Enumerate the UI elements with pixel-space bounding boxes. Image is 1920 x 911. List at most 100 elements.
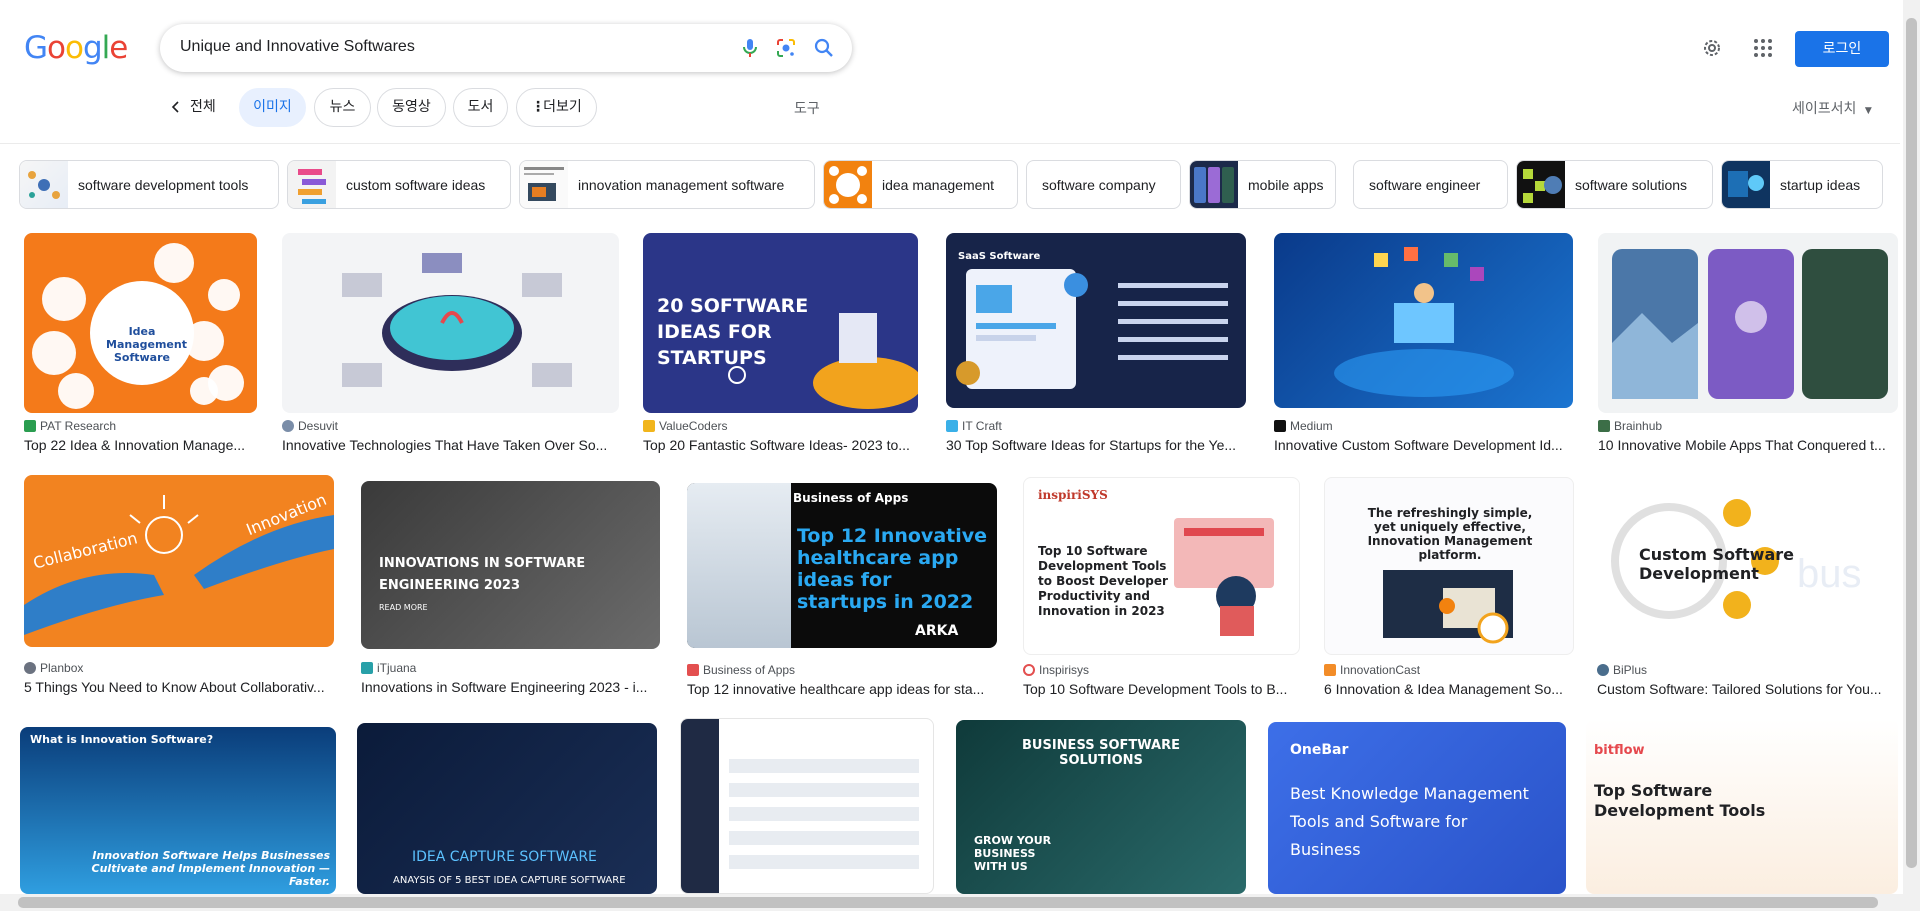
result-card[interactable]: 20 SOFTWARE IDEAS FOR STARTUPS ValueCode…: [643, 233, 918, 458]
result-title[interactable]: Innovative Custom Software Development I…: [1274, 437, 1573, 453]
result-image[interactable]: Collaboration Innovation: [24, 475, 334, 647]
dropdown-arrow-icon: ▼: [1864, 106, 1872, 116]
chip-mobile-apps[interactable]: mobile apps: [1189, 160, 1336, 209]
result-card[interactable]: IDEA CAPTURE SOFTWARE ANAYSIS OF 5 BEST …: [357, 723, 657, 894]
result-title[interactable]: 10 Innovative Mobile Apps That Conquered…: [1598, 437, 1893, 453]
result-card[interactable]: Collaboration Innovation Planbox 5 Thing…: [24, 475, 334, 700]
result-image[interactable]: 20 SOFTWARE IDEAS FOR STARTUPS: [643, 233, 918, 413]
safesearch-label: 세이프서치: [1792, 101, 1857, 117]
result-card[interactable]: INNOVATIONS IN SOFTWARE ENGINEERING 2023…: [361, 481, 660, 700]
chip-software-development-tools[interactable]: software development tools: [19, 160, 279, 209]
tools-button[interactable]: 도구: [794, 98, 820, 118]
result-card[interactable]: What is Innovation Software? Innovation …: [20, 727, 336, 894]
result-title[interactable]: Innovative Technologies That Have Taken …: [282, 437, 619, 453]
result-title[interactable]: 30 Top Software Ideas for Startups for t…: [946, 437, 1246, 453]
favicon-icon: [1324, 664, 1336, 676]
result-image-text: Idea Management Software: [106, 325, 187, 364]
result-title[interactable]: Top 10 Software Development Tools to B..…: [1023, 681, 1300, 697]
result-card[interactable]: Brainhub 10 Innovative Mobile Apps That …: [1598, 233, 1898, 458]
result-card[interactable]: Idea Management Software PAT Research To…: [24, 233, 257, 458]
result-image[interactable]: INNOVATIONS IN SOFTWARE ENGINEERING 2023…: [361, 481, 660, 649]
search-icon[interactable]: [812, 36, 836, 60]
login-button[interactable]: 로그인: [1795, 31, 1889, 67]
result-card[interactable]: bus Custom Software Development BiPlus C…: [1597, 477, 1897, 700]
result-title[interactable]: Innovations in Software Engineering 2023…: [361, 679, 660, 695]
chip-custom-software-ideas[interactable]: custom software ideas: [287, 160, 511, 209]
result-image[interactable]: What is Innovation Software? Innovation …: [20, 727, 336, 894]
result-image[interactable]: [680, 718, 934, 894]
chip-idea-management[interactable]: idea management: [823, 160, 1018, 209]
result-card[interactable]: Business of Apps Top 12 Innovative healt…: [687, 483, 997, 700]
tab-images[interactable]: 이미지: [239, 88, 306, 127]
result-image[interactable]: [1598, 233, 1898, 413]
result-image[interactable]: bus Custom Software Development: [1597, 477, 1897, 655]
chip-thumbnail: [1722, 161, 1770, 208]
read-more-label: READ MORE: [379, 603, 428, 612]
chip-software-engineer[interactable]: software engineer: [1353, 160, 1508, 209]
result-image[interactable]: Business of Apps Top 12 Innovative healt…: [687, 483, 997, 648]
result-card[interactable]: bitflow Top Software Development Tools: [1586, 719, 1898, 894]
result-title[interactable]: Top 20 Fantastic Software Ideas- 2023 to…: [643, 437, 918, 453]
tab-news[interactable]: 뉴스: [314, 88, 371, 127]
result-title[interactable]: Custom Software: Tailored Solutions for …: [1597, 681, 1897, 697]
result-card[interactable]: The refreshingly simple, yet uniquely ef…: [1324, 477, 1574, 700]
result-image[interactable]: The refreshingly simple, yet uniquely ef…: [1324, 477, 1574, 655]
logo-letter: e: [109, 30, 128, 66]
tab-more[interactable]: ⋮ 더보기: [516, 88, 597, 127]
result-card[interactable]: Medium Innovative Custom Software Develo…: [1274, 233, 1573, 458]
favicon-icon: [946, 420, 958, 432]
favicon-icon: [24, 420, 36, 432]
chip-software-company[interactable]: software company: [1026, 160, 1181, 209]
lens-icon[interactable]: [774, 36, 798, 60]
result-card[interactable]: OneBar Best Knowledge Management Tools a…: [1268, 722, 1566, 894]
result-image[interactable]: BUSINESS SOFTWARE SOLUTIONS GROW YOUR BU…: [956, 720, 1246, 894]
result-source-label: Business of Apps: [703, 663, 796, 677]
apps-icon[interactable]: [1751, 36, 1775, 60]
chip-thumbnail: [824, 161, 872, 208]
chip-label: innovation management software: [578, 177, 785, 193]
result-image[interactable]: SaaS Software: [946, 233, 1246, 408]
onebar-logo: OneBar: [1290, 742, 1349, 758]
result-image[interactable]: [282, 233, 619, 413]
result-image-text: Top Software Development Tools: [1594, 781, 1766, 820]
result-image-text: Top 10 Software Development Tools to Boo…: [1038, 544, 1168, 618]
result-image[interactable]: IDEA CAPTURE SOFTWARE ANAYSIS OF 5 BEST …: [357, 723, 657, 894]
horizontal-scrollbar-thumb[interactable]: [18, 897, 1878, 908]
result-image-text: Top 12 Innovative healthcare app ideas f…: [797, 525, 988, 613]
google-logo[interactable]: Google: [24, 30, 128, 66]
tab-all[interactable]: 전체: [190, 88, 216, 127]
result-image-text: INNOVATIONS IN SOFTWARE ENGINEERING 2023: [379, 556, 586, 593]
header: Google Unique and Innovative Softwares 로…: [0, 0, 1920, 72]
favicon-icon: [687, 664, 699, 676]
search-box[interactable]: Unique and Innovative Softwares: [160, 24, 852, 72]
result-card[interactable]: [680, 718, 934, 894]
result-title[interactable]: 6 Innovation & Idea Management So...: [1324, 681, 1574, 697]
result-title[interactable]: 5 Things You Need to Know About Collabor…: [24, 679, 334, 695]
gear-icon[interactable]: [1700, 36, 1724, 60]
safesearch-button[interactable]: 세이프서치 ▼: [1792, 98, 1872, 118]
tab-videos[interactable]: 동영상: [377, 88, 446, 127]
result-image-caption: ANAYSIS OF 5 BEST IDEA CAPTURE SOFTWARE: [393, 875, 626, 886]
chip-software-solutions[interactable]: software solutions: [1516, 160, 1713, 209]
result-card[interactable]: BUSINESS SOFTWARE SOLUTIONS GROW YOUR BU…: [956, 720, 1246, 894]
chip-label: idea management: [882, 177, 995, 193]
chip-innovation-management-software[interactable]: innovation management software: [519, 160, 815, 209]
result-image[interactable]: inspiriSYS Top 10 Software Development T…: [1023, 477, 1300, 655]
search-input[interactable]: Unique and Innovative Softwares: [180, 38, 415, 56]
result-image[interactable]: [1274, 233, 1573, 408]
related-chips: software development tools custom softwa…: [0, 160, 1900, 210]
tab-books[interactable]: 도서: [453, 88, 508, 127]
result-card[interactable]: inspiriSYS Top 10 Software Development T…: [1023, 477, 1300, 700]
result-image[interactable]: Idea Management Software: [24, 233, 257, 413]
result-title[interactable]: Top 12 innovative healthcare app ideas f…: [687, 681, 997, 697]
result-image[interactable]: OneBar Best Knowledge Management Tools a…: [1268, 722, 1566, 894]
favicon-icon: [1023, 664, 1035, 676]
mic-icon[interactable]: [738, 36, 762, 60]
result-image[interactable]: bitflow Top Software Development Tools: [1586, 719, 1898, 894]
vertical-scrollbar-thumb[interactable]: [1906, 18, 1917, 868]
result-title[interactable]: Top 22 Idea & Innovation Manage...: [24, 437, 257, 453]
result-card[interactable]: Desuvit Innovative Technologies That Hav…: [282, 233, 619, 458]
favicon-icon: [643, 420, 655, 432]
chip-startup-ideas[interactable]: startup ideas: [1721, 160, 1883, 209]
result-card[interactable]: SaaS Software IT Craft 30 Top Software I…: [946, 233, 1246, 458]
